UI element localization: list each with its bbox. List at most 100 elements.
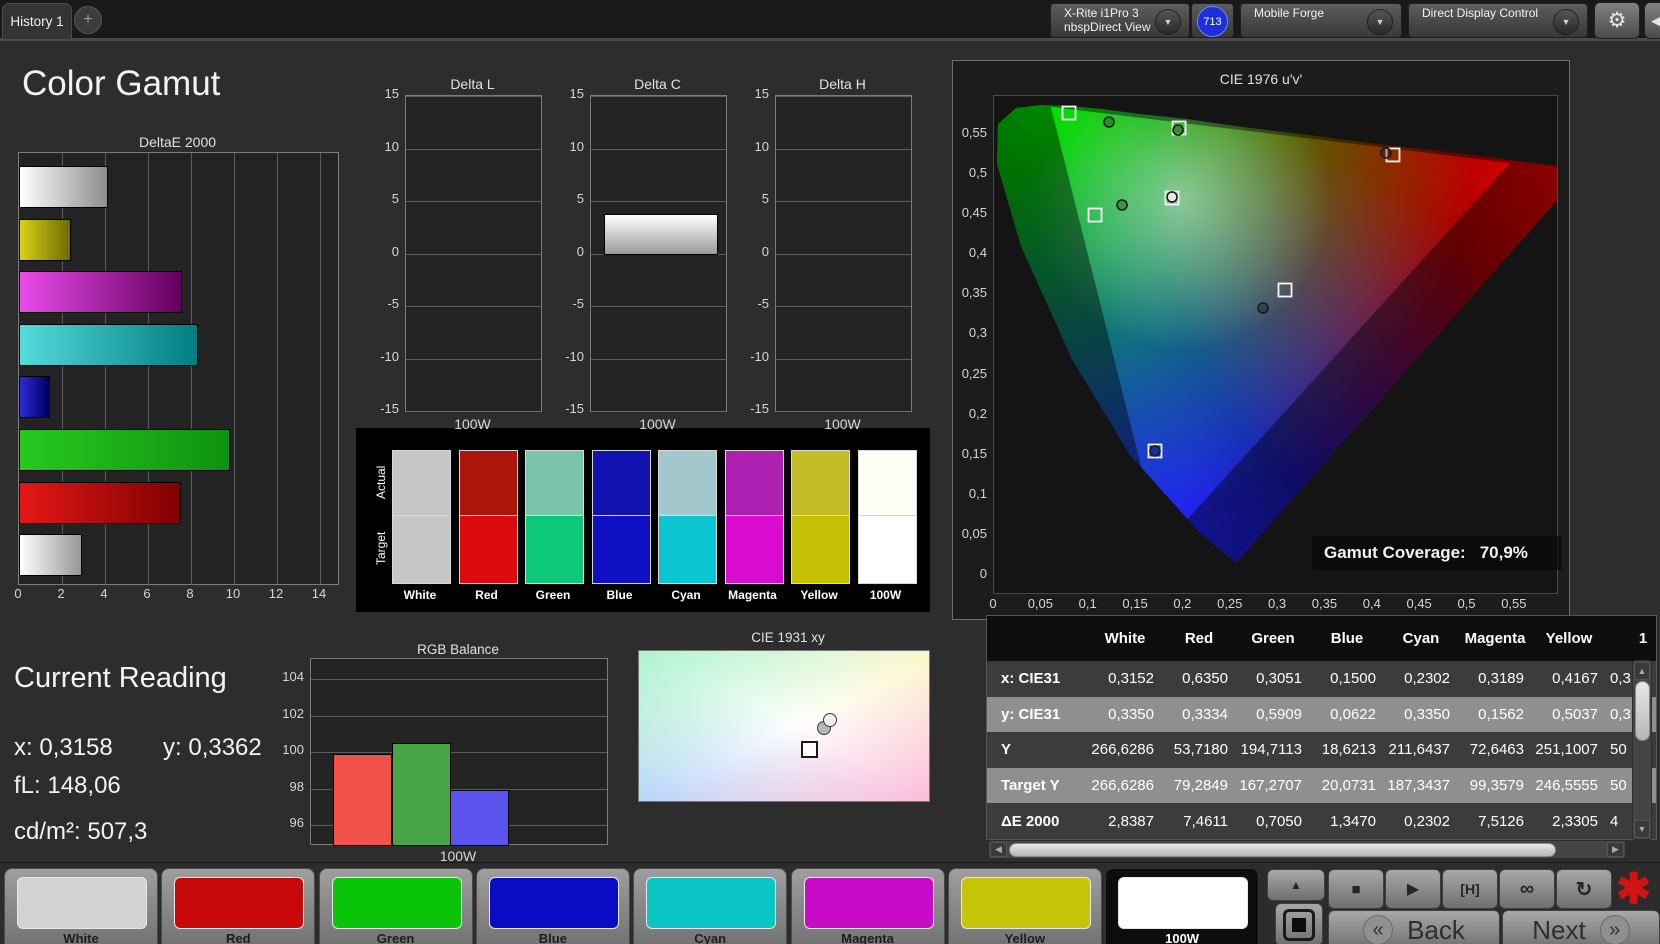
gear-icon: ⚙ bbox=[1607, 9, 1627, 32]
cie1976-x-tick: 0,2 bbox=[1173, 596, 1192, 611]
chevron-left-icon: ◀ bbox=[1651, 12, 1660, 28]
continuous-read-button[interactable]: ∞ bbox=[1499, 869, 1555, 909]
swatch-name: Yellow bbox=[800, 588, 838, 602]
delta-x-label: 100W bbox=[824, 416, 861, 432]
pattern-button-green[interactable]: Green bbox=[318, 868, 473, 944]
chevron-left-icon: « bbox=[1363, 915, 1394, 944]
cie1976-title: CIE 1976 u'v' bbox=[1219, 71, 1303, 87]
plus-icon: + bbox=[83, 11, 93, 28]
table-cell: 251,1007 bbox=[1535, 741, 1598, 759]
stop-button[interactable]: ■ bbox=[1328, 869, 1384, 909]
cie1976-x-tick: 0,45 bbox=[1406, 596, 1432, 611]
cie1976-y-tick: 0,05 bbox=[961, 525, 987, 541]
delta-y-tick: 15 bbox=[569, 86, 584, 101]
cie1976-chart bbox=[993, 95, 1584, 594]
display-control-dropdown[interactable]: Direct Display Control ▼ bbox=[1408, 3, 1588, 38]
table-cell: 7,4611 bbox=[1183, 812, 1228, 830]
table-horizontal-scrollbar[interactable]: ◀ ▶ bbox=[988, 840, 1626, 859]
top-bar-divider bbox=[0, 38, 1660, 41]
actual-row-label: Actual bbox=[374, 465, 388, 500]
swatch-target-blue bbox=[591, 515, 651, 584]
delta-y-tick: -5 bbox=[757, 296, 769, 311]
pattern-button-magenta[interactable]: Magenta bbox=[790, 868, 945, 944]
table-cell: 187,3437 bbox=[1387, 777, 1450, 795]
settings-button[interactable]: ⚙ bbox=[1594, 2, 1640, 39]
table-cell: 194,7113 bbox=[1240, 741, 1302, 759]
cie1976-y-tick: 0,3 bbox=[968, 325, 987, 341]
next-button[interactable]: Next » bbox=[1502, 910, 1660, 944]
scrollbar-thumb[interactable] bbox=[1635, 681, 1650, 741]
delta-y-tick: -5 bbox=[387, 296, 399, 311]
swatch-target-cyan bbox=[658, 515, 717, 584]
scroll-right-icon[interactable]: ▶ bbox=[1607, 842, 1624, 857]
swatch-name: Cyan bbox=[671, 588, 701, 602]
deltae-bar-white bbox=[19, 534, 83, 577]
table-cell: 266,6286 bbox=[1091, 777, 1154, 795]
source-dropdown[interactable]: Mobile Forge ▼ bbox=[1240, 3, 1402, 38]
chevron-down-icon[interactable]: ▼ bbox=[1155, 9, 1181, 35]
delta-gridline bbox=[591, 96, 726, 97]
pattern-swatch bbox=[1118, 877, 1249, 929]
swatch-actual-magenta bbox=[724, 450, 784, 517]
table-cell: 0,3350 bbox=[1404, 705, 1450, 723]
table-vertical-scrollbar[interactable]: ▲ ▼ bbox=[1632, 660, 1652, 840]
deltae-gridline bbox=[191, 153, 192, 584]
chromaticity-horseshoe bbox=[997, 105, 1584, 563]
deltae-x-tick: 6 bbox=[143, 586, 151, 601]
pattern-swatch bbox=[174, 877, 305, 929]
table-row-label: x: CIE31 bbox=[1001, 670, 1061, 688]
measured-dot-magenta bbox=[1257, 302, 1269, 314]
deltae-x-tick: 0 bbox=[14, 586, 22, 601]
pattern-size-button[interactable]: [H] bbox=[1442, 869, 1498, 909]
scrollbar-thumb[interactable] bbox=[1009, 843, 1556, 857]
pattern-button-blue[interactable]: Blue bbox=[475, 868, 630, 944]
alert-asterisk-icon: ✱ bbox=[1616, 865, 1652, 912]
loop-button[interactable]: ↻ bbox=[1556, 869, 1612, 909]
pattern-button-cyan[interactable]: Cyan bbox=[633, 868, 788, 944]
pattern-button-red[interactable]: Red bbox=[161, 868, 316, 944]
meter-badge-box[interactable]: 713 bbox=[1191, 3, 1234, 38]
back-button[interactable]: « Back bbox=[1328, 910, 1500, 944]
deltae-bar-cyan bbox=[19, 323, 198, 366]
chevron-down-icon[interactable]: ▼ bbox=[1553, 9, 1579, 35]
swatch-actual-100w bbox=[857, 450, 917, 517]
current-reading-title: Current Reading bbox=[14, 662, 227, 694]
rgb-y-tick: 100 bbox=[282, 742, 304, 757]
table-cell: 0,5037 bbox=[1552, 705, 1598, 723]
deltae-bar-100w bbox=[19, 166, 109, 208]
pattern-list-up-button[interactable]: ▲ bbox=[1267, 869, 1325, 901]
delta-gridline bbox=[406, 96, 541, 97]
table-cell: 0,4167 bbox=[1552, 670, 1598, 688]
cie1931-title: CIE 1931 xy bbox=[751, 630, 825, 645]
swatch-actual-green bbox=[525, 450, 584, 517]
add-tab-button[interactable]: + bbox=[74, 6, 102, 34]
pattern-button-white[interactable]: White bbox=[4, 868, 158, 944]
delta-chart-title: Delta C bbox=[634, 76, 681, 92]
delta-y-tick: 5 bbox=[576, 191, 584, 206]
chevron-down-icon[interactable]: ▼ bbox=[1367, 9, 1393, 35]
delta-y-tick: -5 bbox=[572, 296, 584, 311]
meter-dropdown[interactable]: X-Rite i1Pro 3 nbspDirect View ▼ bbox=[1050, 3, 1190, 38]
delta-y-tick: 15 bbox=[384, 86, 399, 101]
pattern-button-yellow[interactable]: Yellow bbox=[947, 868, 1102, 944]
play-button[interactable]: ▶ bbox=[1385, 869, 1441, 909]
pattern-label: Blue bbox=[538, 931, 567, 944]
deltae-bar-red bbox=[19, 481, 182, 524]
delta-y-tick: 10 bbox=[569, 138, 584, 154]
collapse-panel-button[interactable]: ◀ bbox=[1644, 2, 1660, 39]
table-cell: 53,7180 bbox=[1173, 741, 1228, 759]
rgb-y-tick: 98 bbox=[289, 778, 304, 794]
delta-y-tick: 0 bbox=[761, 243, 769, 259]
pattern-window-button[interactable] bbox=[1275, 903, 1323, 944]
pattern-button-100w[interactable]: 100W bbox=[1105, 868, 1260, 944]
table-cell: 0,5909 bbox=[1256, 705, 1302, 723]
scroll-down-icon[interactable]: ▼ bbox=[1634, 820, 1650, 838]
scroll-left-icon[interactable]: ◀ bbox=[990, 842, 1007, 857]
tab-history-1[interactable]: History 1 bbox=[2, 3, 72, 39]
measurement-table: White Red Green Blue Cyan Magenta Yellow 1 x: CI… bbox=[986, 615, 1657, 840]
swatch-target-green bbox=[525, 515, 584, 584]
scroll-up-icon[interactable]: ▲ bbox=[1634, 662, 1650, 680]
cie1976-x-tick: 0,55 bbox=[1501, 596, 1527, 611]
delta-gridline bbox=[591, 358, 726, 360]
delta-x-label: 100W bbox=[454, 416, 491, 432]
